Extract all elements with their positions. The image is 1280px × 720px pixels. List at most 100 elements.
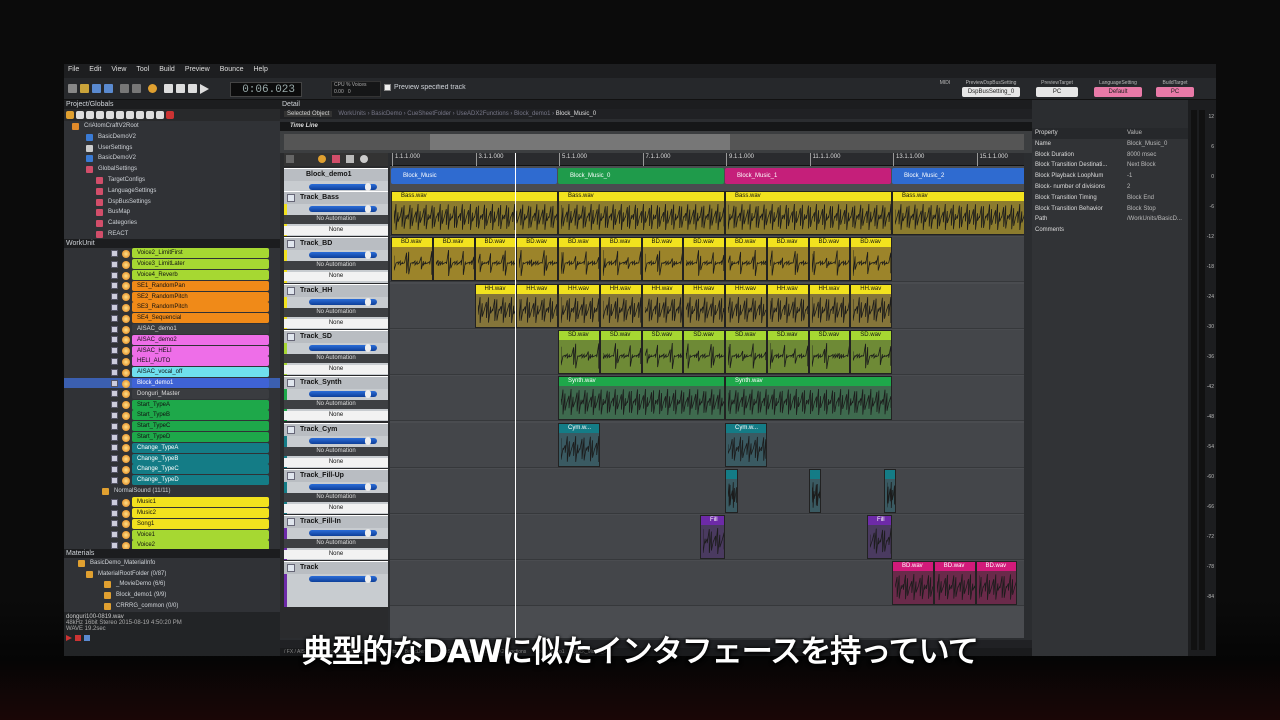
waveform-clip[interactable]: BD.wav bbox=[766, 237, 809, 282]
track-header[interactable]: Track_SD No Automation None bbox=[284, 329, 388, 376]
setting-dropdown[interactable] bbox=[939, 87, 951, 97]
waveform-clip[interactable]: Fill bbox=[699, 515, 725, 560]
timeline-grid[interactable]: 1.1.1.000 3.1.1.000 5.1.1.000 7.1.1.000 9.1.… bbox=[390, 153, 1024, 638]
tree-item[interactable]: Categories bbox=[64, 218, 280, 229]
waveform-clip[interactable]: Synth.wav bbox=[725, 376, 892, 421]
cue-item[interactable]: AISAC_demo1 bbox=[64, 323, 280, 335]
waveform-clip[interactable]: Fill bbox=[866, 515, 892, 560]
tree-item[interactable]: CriAtomCraftV2Root bbox=[64, 121, 280, 132]
waveform-clip[interactable]: HH.wav bbox=[641, 283, 684, 328]
breadcrumb-item[interactable]: BasicDemo bbox=[371, 111, 402, 117]
menu-bounce[interactable]: Bounce bbox=[220, 66, 244, 76]
cue-checkbox[interactable] bbox=[111, 347, 118, 355]
waveform-clip[interactable]: BD.wav bbox=[808, 237, 851, 282]
pause-icon[interactable] bbox=[188, 84, 197, 93]
close-icon[interactable] bbox=[166, 111, 174, 119]
rewind-icon[interactable] bbox=[176, 84, 185, 93]
cue-checkbox[interactable] bbox=[111, 325, 118, 333]
cue-item[interactable]: Start_TypeD bbox=[64, 431, 280, 443]
waveform-clip[interactable]: Cym.w... bbox=[558, 422, 600, 467]
cue-item[interactable]: Voice3_LimitLater bbox=[64, 259, 280, 270]
waveform-clip[interactable]: HH.wav bbox=[766, 283, 809, 328]
cue-checkbox[interactable] bbox=[111, 444, 118, 452]
list-icon[interactable] bbox=[346, 155, 354, 163]
waveform-clip[interactable]: HH.wav bbox=[516, 283, 558, 328]
cue-checkbox[interactable] bbox=[111, 357, 118, 365]
waveform-clip[interactable] bbox=[883, 468, 897, 513]
send-select[interactable]: None bbox=[284, 272, 388, 282]
property-value[interactable]: Block_Music_0 bbox=[1127, 139, 1188, 150]
new-icon[interactable] bbox=[68, 84, 77, 93]
redo-icon[interactable] bbox=[132, 84, 141, 93]
cue-item[interactable]: Music1 bbox=[64, 497, 280, 508]
cue-checkbox[interactable] bbox=[111, 303, 118, 311]
waveform-clip[interactable]: SD.wav bbox=[641, 329, 684, 374]
playhead[interactable] bbox=[515, 153, 516, 638]
tree-item[interactable]: LanguageSettings bbox=[64, 186, 280, 197]
aisac-icon[interactable] bbox=[332, 155, 340, 163]
property-row[interactable]: Path/WorkUnits/BasicD... bbox=[1032, 214, 1188, 225]
track-header[interactable]: Track_Fill-Up No Automation None bbox=[284, 468, 388, 515]
breadcrumb-current[interactable]: Block_Music_0 bbox=[556, 111, 596, 117]
tree-item[interactable]: DspBusSettings bbox=[64, 197, 280, 208]
cue-item[interactable]: Song1 bbox=[64, 518, 280, 529]
property-value[interactable]: 2 bbox=[1127, 182, 1188, 193]
property-row[interactable]: Block Transition Timing Block End bbox=[1032, 193, 1188, 204]
waveform-clip[interactable]: HH.wav bbox=[850, 283, 892, 328]
track-volume-slider[interactable] bbox=[309, 343, 377, 352]
doc-icon[interactable] bbox=[156, 111, 164, 119]
automation-select[interactable]: No Automation bbox=[284, 215, 388, 224]
track-header[interactable]: Track_Fill-In No Automation None bbox=[284, 515, 388, 561]
cue-item[interactable]: SE3_RandomPitch bbox=[64, 302, 280, 313]
cue-item[interactable]: Change_TypeA bbox=[64, 442, 280, 453]
cue-item[interactable]: Voice2 bbox=[64, 540, 280, 549]
track-volume-slider[interactable] bbox=[309, 575, 377, 584]
material-item[interactable]: MaterialRootFolder (0/87) bbox=[64, 569, 280, 580]
waveform-clip[interactable]: SD.wav bbox=[808, 329, 851, 374]
material-item[interactable]: CRRRG_common (0/0) bbox=[64, 601, 280, 612]
track-volume-slider[interactable] bbox=[309, 436, 377, 445]
property-value[interactable]: -1 bbox=[1127, 171, 1188, 182]
waveform-clip[interactable]: BD.wav bbox=[432, 237, 475, 282]
cue-checkbox[interactable] bbox=[111, 368, 118, 376]
property-row[interactable]: Comments bbox=[1032, 225, 1188, 236]
cue-item[interactable]: Voice1 bbox=[64, 529, 280, 540]
cue-checkbox[interactable] bbox=[111, 520, 118, 528]
setting-1[interactable]: PreviewDspBusSetting DspBusSetting_0 bbox=[962, 80, 1020, 97]
waveform-clip[interactable]: HH.wav bbox=[474, 283, 517, 328]
waveform-clip[interactable]: SD.wav bbox=[766, 329, 809, 374]
cue-item[interactable]: AISAC_vocal_off bbox=[64, 367, 280, 378]
cue-item[interactable]: Change_TypeD bbox=[64, 475, 280, 486]
cue-item[interactable]: SE4_Sequencial bbox=[64, 313, 280, 324]
waveform-clip[interactable]: SD.wav bbox=[725, 329, 767, 374]
setting-4[interactable]: BuildTarget PC bbox=[1156, 80, 1194, 97]
cue-volume-slider[interactable] bbox=[309, 183, 377, 191]
waveform-clip[interactable]: BD.wav bbox=[975, 561, 1018, 606]
cue-checkbox[interactable] bbox=[111, 455, 118, 463]
property-row[interactable]: Block- number of divisions 2 bbox=[1032, 182, 1188, 193]
track-header[interactable]: Track_HH No Automation None bbox=[284, 283, 388, 329]
tree-item[interactable]: BusMap bbox=[64, 207, 280, 218]
property-row[interactable]: Block Transition Behavior Block Stop bbox=[1032, 204, 1188, 215]
cue-item[interactable]: AISAC_demo2 bbox=[64, 334, 280, 345]
setting-3[interactable]: LanguageSetting Default bbox=[1094, 80, 1142, 97]
tree-item[interactable]: TargetConfigs bbox=[64, 175, 280, 186]
waveform-clip[interactable]: Bass.wav bbox=[725, 191, 892, 235]
waveform-clip[interactable]: Bass.wav bbox=[391, 191, 558, 235]
cue-checkbox[interactable] bbox=[111, 282, 118, 290]
automation-select[interactable]: No Automation bbox=[284, 539, 388, 549]
waveform-clip[interactable]: SD.wav bbox=[558, 329, 600, 374]
stop-icon[interactable] bbox=[164, 84, 173, 93]
track-header[interactable]: Track_Cym No Automation None bbox=[284, 422, 388, 468]
waveform-clip[interactable]: BD.wav bbox=[641, 237, 684, 282]
doc-icon[interactable] bbox=[136, 111, 144, 119]
cue-checkbox[interactable] bbox=[111, 293, 118, 301]
track-header[interactable]: Track_Synth No Automation None bbox=[284, 376, 388, 422]
timeline-overview[interactable] bbox=[280, 131, 1032, 153]
cue-checkbox[interactable] bbox=[111, 271, 118, 279]
property-value[interactable]: Next Block bbox=[1127, 160, 1188, 171]
track-volume-slider[interactable] bbox=[309, 390, 377, 399]
track-volume-slider[interactable] bbox=[309, 251, 377, 260]
cue-checkbox[interactable] bbox=[111, 379, 118, 387]
waveform-clip[interactable]: BD.wav bbox=[516, 237, 558, 282]
